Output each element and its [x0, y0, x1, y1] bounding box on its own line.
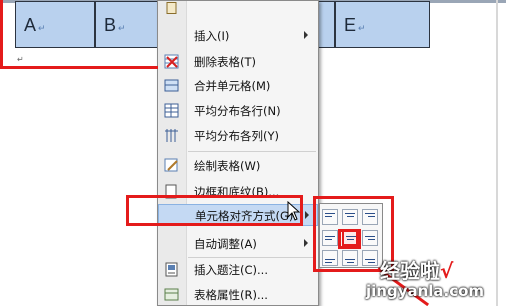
submenu-arrow-icon: [304, 239, 308, 247]
distribute-rows-icon: [164, 103, 179, 118]
table-cell-e[interactable]: E ↵: [335, 1, 430, 48]
menu-item-label: 插入题注(C)...: [194, 263, 268, 277]
menu-item-delete-table[interactable]: 删除表格(T): [158, 51, 318, 73]
watermark-text: 经验啦: [380, 259, 440, 283]
menu-separator: [188, 257, 316, 258]
menu-item-label: 合并单元格(M): [194, 79, 271, 93]
annotation-red-box-menu-item: [126, 195, 303, 226]
distribute-columns-icon: [165, 129, 178, 142]
paste-icon: [166, 2, 177, 14]
table-properties-icon: [164, 288, 179, 301]
submenu-arrow-icon: [304, 31, 308, 39]
end-of-cell-mark: ↵: [358, 23, 366, 33]
menu-item-distribute-rows[interactable]: 平均分布各行(N): [158, 100, 318, 122]
menu-item-label: 平均分布各行(N): [194, 104, 281, 118]
menu-item-label: 表格属性(R)...: [194, 288, 268, 302]
menu-item-autofit[interactable]: 自动调整(A): [158, 233, 318, 255]
menu-separator: [188, 151, 316, 152]
menu-item-merge-cells[interactable]: 合并单元格(M): [158, 75, 318, 97]
menu-item-label: 删除表格(T): [194, 55, 256, 69]
watermark-check-icon: √: [440, 259, 454, 283]
annotation-red-box-selected: [338, 229, 361, 249]
menu-item-draw-table[interactable]: 绘制表格(W): [158, 155, 318, 177]
insert-caption-icon: [165, 262, 178, 277]
menu-item-label: 绘制表格(W): [194, 159, 261, 173]
delete-table-icon: [164, 54, 179, 69]
watermark-url: jingyanla.com: [366, 282, 485, 300]
menu-item-paste-partial[interactable]: [158, 1, 318, 14]
menu-item-distribute-columns[interactable]: 平均分布各列(Y): [158, 125, 318, 147]
draw-table-icon: [164, 158, 178, 172]
menu-item-label: 平均分布各列(Y): [194, 129, 279, 143]
menu-item-insert[interactable]: 插入(I): [158, 25, 318, 47]
page-edge: [496, 0, 498, 306]
cell-text: E: [344, 15, 357, 35]
mouse-cursor-icon: [287, 201, 301, 221]
context-menu: 插入(I) 删除表格(T) 合并单元格(M) 平均分布各行(N) 平均分布各列(…: [157, 0, 319, 306]
annotation-red-box-table: [0, 0, 158, 69]
menu-item-label: 自动调整(A): [194, 237, 257, 251]
menu-item-insert-caption[interactable]: 插入题注(C)...: [158, 259, 318, 281]
submenu-arrow-icon: [305, 211, 309, 219]
menu-item-label: 插入(I): [194, 29, 230, 43]
merge-cells-icon: [164, 79, 179, 92]
menu-item-table-properties[interactable]: 表格属性(R)...: [158, 284, 318, 306]
watermark: 经验啦√: [380, 255, 453, 284]
insert-icon: [164, 28, 179, 43]
